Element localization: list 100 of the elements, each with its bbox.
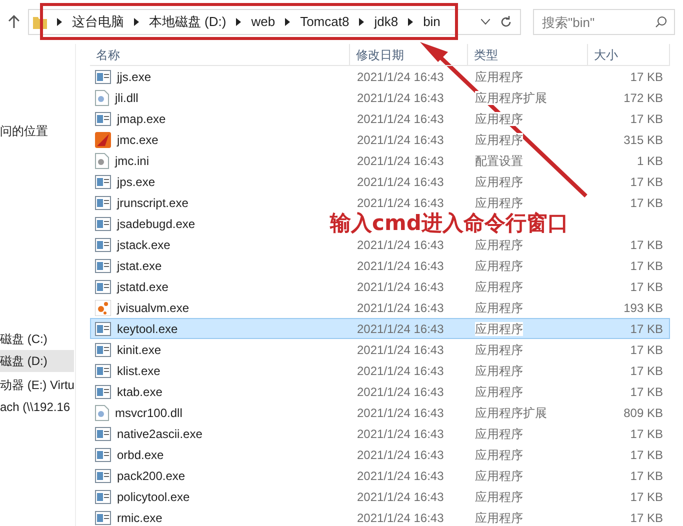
column-header[interactable]: 大小 [588, 44, 670, 65]
file-row[interactable]: rmic.exe 2021/1/24 16:43 应用程序 17 KB [90, 507, 670, 526]
modified-date: 2021/1/24 16:43 [357, 70, 444, 84]
chevron-icon[interactable] [408, 18, 414, 26]
file-row[interactable]: jmap.exe 2021/1/24 16:43 应用程序 17 KB [90, 108, 670, 129]
breadcrumb[interactable]: web [251, 12, 276, 32]
file-size: 17 KB [630, 238, 663, 252]
file-row[interactable]: kinit.exe 2021/1/24 16:43 应用程序 17 KB [90, 339, 670, 360]
sidebar-item[interactable]: 问的位置 [0, 120, 76, 142]
file-size: 809 KB [624, 406, 663, 420]
search-icon[interactable] [655, 16, 667, 28]
file-name: native2ascii.exe [117, 426, 202, 442]
search-field[interactable]: 搜索"bin" [533, 9, 675, 35]
chevron-icon[interactable] [236, 18, 242, 26]
sidebar-item[interactable]: 磁盘 (C:) [0, 328, 76, 350]
breadcrumb[interactable]: jdk8 [374, 12, 398, 32]
file-type: 应用程序 [475, 426, 523, 440]
program-icon [95, 174, 111, 188]
file-row[interactable]: jvisualvm.exe 2021/1/24 16:43 应用程序 193 KB [90, 297, 670, 318]
file-size: 17 KB [630, 70, 663, 84]
file-size: 17 KB [630, 448, 663, 462]
file-row[interactable]: jsadebugd.exe [90, 213, 200, 234]
program-icon [95, 238, 111, 252]
file-size: 17 KB [630, 112, 663, 126]
modified-date: 2021/1/24 16:43 [357, 406, 444, 420]
file-name: jstack.exe [117, 236, 170, 254]
sidebar-item[interactable]: ach (\\192.16 [0, 396, 76, 418]
file-row[interactable]: jstat.exe 2021/1/24 16:43 应用程序 17 KB [90, 255, 670, 276]
file-name: klist.exe [117, 362, 160, 380]
program-icon [95, 196, 111, 210]
modified-date: 2021/1/24 16:43 [357, 448, 444, 462]
chevron-icon[interactable] [285, 18, 290, 26]
program-icon [95, 490, 111, 504]
column-header[interactable]: 名称 [90, 44, 350, 65]
file-type: 应用程序 [475, 384, 523, 398]
file-row[interactable]: jstatd.exe 2021/1/24 16:43 应用程序 17 KB [90, 276, 670, 297]
program-icon [95, 280, 111, 294]
breadcrumb[interactable]: Tomcat8 [300, 12, 350, 32]
modified-date: 2021/1/24 16:43 [357, 300, 444, 314]
file-type: 应用程序 [475, 322, 523, 336]
file-row[interactable]: jmc.ini 2021/1/24 16:43 配置设置 1 KB [90, 150, 670, 171]
modified-date: 2021/1/24 16:43 [357, 322, 444, 336]
file-size: 17 KB [630, 258, 663, 272]
program-icon [95, 322, 111, 336]
file-size: 17 KB [630, 174, 663, 188]
modified-date: 2021/1/24 16:43 [357, 468, 444, 482]
sidebar-item[interactable]: 动器 (E:) Virtu [0, 374, 76, 396]
up-arrow-icon[interactable] [8, 15, 20, 29]
program-icon [95, 258, 111, 272]
refresh-icon[interactable] [500, 16, 512, 28]
file-row[interactable]: pack200.exe 2021/1/24 16:43 应用程序 17 KB [90, 465, 670, 486]
modified-date: 2021/1/24 16:43 [357, 280, 444, 294]
file-row[interactable]: klist.exe 2021/1/24 16:43 应用程序 17 KB [90, 360, 670, 381]
file-row[interactable]: jli.dll 2021/1/24 16:43 应用程序扩展 172 KB [90, 87, 670, 108]
breadcrumb[interactable]: bin [423, 12, 440, 32]
file-name: ktab.exe [117, 384, 162, 400]
folder-icon [32, 15, 47, 29]
file-type: 应用程序 [475, 490, 523, 504]
address-bar[interactable]: 这台电脑 本地磁盘 (D:) web Tomcat8 jdk8 bin [28, 9, 521, 35]
file-row[interactable]: jrunscript.exe 2021/1/24 16:43 应用程序 17 KB [90, 192, 670, 213]
file-type: 应用程序 [475, 112, 523, 126]
program-icon [95, 384, 111, 398]
file-row[interactable]: keytool.exe 2021/1/24 16:43 应用程序 17 KB [90, 318, 670, 339]
file-row[interactable]: msvcr100.dll 2021/1/24 16:43 应用程序扩展 809 KB [90, 402, 670, 423]
modified-date: 2021/1/24 16:43 [357, 174, 444, 188]
file-row[interactable]: jjs.exe 2021/1/24 16:43 应用程序 17 KB [90, 66, 670, 87]
breadcrumb[interactable]: 本地磁盘 (D:) [148, 12, 226, 32]
breadcrumb[interactable]: 这台电脑 [72, 12, 124, 32]
file-size: 17 KB [630, 510, 663, 524]
file-row[interactable]: policytool.exe 2021/1/24 16:43 应用程序 17 KB [90, 486, 670, 507]
file-row[interactable]: ktab.exe 2021/1/24 16:43 应用程序 17 KB [90, 381, 670, 402]
molecule-icon [95, 300, 111, 316]
file-row[interactable]: native2ascii.exe 2021/1/24 16:43 应用程序 17 KB [90, 423, 670, 444]
file-type: 应用程序扩展 [475, 90, 547, 104]
file-name: jmc.exe [117, 132, 158, 148]
chevron-icon[interactable] [359, 18, 364, 26]
file-row[interactable]: jmc.exe 2021/1/24 16:43 应用程序 315 KB [90, 129, 670, 150]
program-icon [95, 342, 111, 356]
file-size: 17 KB [630, 364, 663, 378]
file-type: 应用程序 [475, 196, 523, 210]
file-size: 17 KB [630, 196, 663, 210]
file-type: 应用程序 [475, 364, 523, 378]
modified-date: 2021/1/24 16:43 [357, 426, 444, 440]
file-name: jrunscript.exe [117, 194, 188, 212]
dropdown-icon[interactable] [481, 19, 490, 25]
file-row[interactable]: jstack.exe 2021/1/24 16:43 应用程序 17 KB [90, 234, 670, 255]
chevron-icon[interactable] [56, 18, 62, 26]
column-header[interactable]: 类型 [468, 44, 588, 65]
chevron-icon[interactable] [134, 18, 139, 26]
file-size: 17 KB [630, 490, 663, 504]
file-type: 应用程序 [475, 258, 523, 272]
sidebar-item[interactable]: 磁盘 (D:) [0, 350, 74, 372]
file-type: 应用程序 [475, 300, 523, 314]
modified-date: 2021/1/24 16:43 [357, 154, 444, 168]
file-type: 应用程序 [475, 70, 523, 84]
app-icon [95, 132, 111, 148]
file-name: jsadebugd.exe [117, 216, 196, 232]
file-name: jvisualvm.exe [117, 300, 190, 316]
file-row[interactable]: jps.exe 2021/1/24 16:43 应用程序 17 KB [90, 171, 670, 192]
file-row[interactable]: orbd.exe 2021/1/24 16:43 应用程序 17 KB [90, 444, 670, 465]
